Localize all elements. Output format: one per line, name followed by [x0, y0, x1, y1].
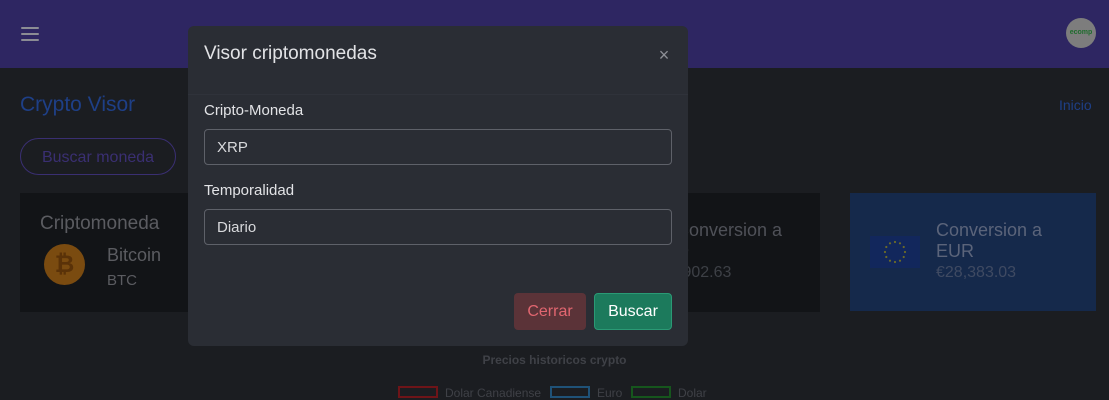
- crypto-field-label: Cripto-Moneda: [204, 102, 304, 119]
- legend-label-usd: Dolar: [678, 386, 707, 400]
- chart-title: Precios historicos crypto: [482, 353, 627, 367]
- usd-title-line2: D: [676, 241, 816, 262]
- eur-conversion-card: Conversion a EUR €28,383.03: [850, 193, 1096, 311]
- coin-symbol: BTC: [107, 272, 137, 289]
- legend-swatch-cad: [398, 386, 438, 398]
- crypto-input[interactable]: [204, 129, 672, 165]
- bitcoin-icon: ₿: [44, 244, 85, 285]
- legend-swatch-usd: [631, 386, 671, 398]
- search-modal: Visor criptomonedas × Cripto-Moneda Temp…: [188, 26, 688, 346]
- crypto-card: Criptomoneda ₿ Bitcoin BTC: [20, 193, 190, 312]
- usd-conversion-title: Conversion a D: [676, 220, 816, 262]
- close-icon[interactable]: ×: [654, 45, 674, 65]
- modal-header-divider: [188, 94, 688, 95]
- avatar[interactable]: ecomp: [1066, 18, 1096, 48]
- legend-label-eur: Euro: [597, 386, 623, 400]
- usd-conversion-card: Conversion a D ,902.63: [670, 193, 820, 312]
- period-field-label: Temporalidad: [204, 182, 295, 199]
- coin-name: Bitcoin: [107, 245, 162, 265]
- legend-swatch-eur: [550, 386, 590, 398]
- eur-conversion-value: €28,383.03: [936, 264, 1017, 281]
- search-coin-button[interactable]: Buscar moneda: [20, 138, 176, 175]
- submit-search-button[interactable]: Buscar: [594, 293, 672, 330]
- eur-title-line1: Conversion a: [936, 220, 1043, 240]
- eu-flag-icon: [870, 236, 920, 268]
- period-input[interactable]: [204, 209, 672, 245]
- home-link[interactable]: Inicio: [1059, 97, 1092, 113]
- legend-label-cad: Dolar Canadiense: [445, 386, 542, 400]
- usd-title-line1: Conversion a: [676, 220, 783, 240]
- eur-title-line2: EUR: [936, 241, 975, 261]
- hamburger-menu-icon[interactable]: [21, 27, 39, 41]
- crypto-card-title: Criptomoneda: [40, 213, 160, 234]
- cancel-button[interactable]: Cerrar: [514, 293, 586, 330]
- modal-title: Visor criptomonedas: [204, 43, 377, 64]
- page-title: Crypto Visor: [20, 93, 136, 116]
- eur-conversion-title: Conversion a EUR: [936, 220, 1042, 262]
